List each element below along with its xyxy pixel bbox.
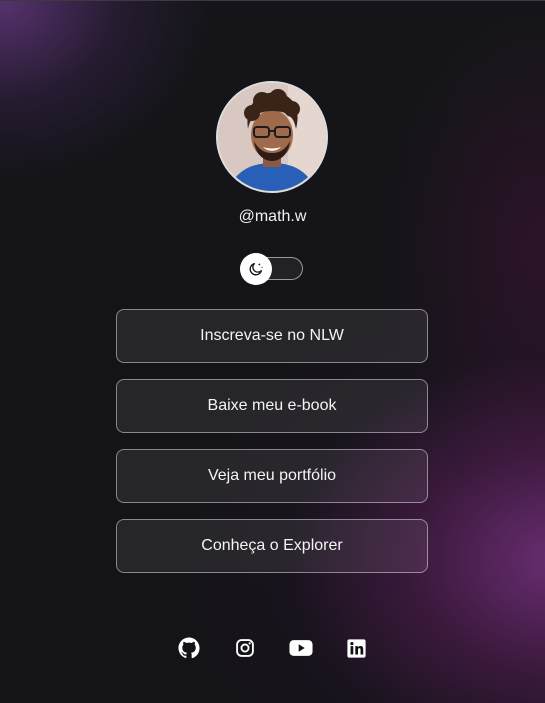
link-button-nlw[interactable]: Inscreva-se no NLW bbox=[116, 309, 428, 363]
link-list: Inscreva-se no NLW Baixe meu e-book Veja… bbox=[116, 309, 428, 589]
switch-knob[interactable] bbox=[240, 253, 272, 285]
youtube-link[interactable] bbox=[288, 636, 313, 660]
github-icon bbox=[177, 637, 200, 659]
github-link[interactable] bbox=[177, 636, 201, 660]
profile-page: @math.w Inscreva-se no NLW Baixe meu e-b… bbox=[0, 0, 545, 703]
instagram-link[interactable] bbox=[233, 636, 257, 660]
username: @math.w bbox=[238, 208, 307, 225]
youtube-icon bbox=[288, 640, 313, 656]
linkedin-icon bbox=[347, 638, 366, 658]
link-button-ebook[interactable]: Baixe meu e-book bbox=[116, 379, 428, 433]
profile-photo bbox=[218, 83, 326, 191]
instagram-icon bbox=[235, 639, 254, 657]
link-button-portfolio[interactable]: Veja meu portfólio bbox=[116, 449, 428, 503]
link-button-explorer[interactable]: Conheça o Explorer bbox=[116, 519, 428, 573]
social-links bbox=[0, 636, 545, 660]
avatar bbox=[216, 81, 328, 193]
theme-switch[interactable] bbox=[240, 253, 303, 285]
moon-icon bbox=[249, 263, 263, 276]
linkedin-link[interactable] bbox=[345, 636, 369, 660]
